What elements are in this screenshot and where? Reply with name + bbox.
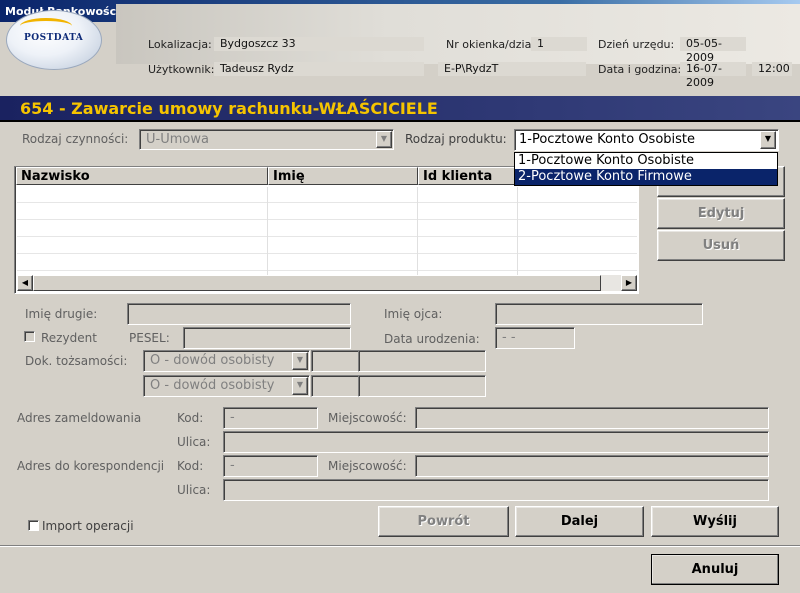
- godzina-value: 12:00: [752, 62, 792, 76]
- column-divider: [417, 187, 418, 275]
- table-row[interactable]: [17, 221, 637, 237]
- dok-type-select-2: O - dowód osobisty: [143, 375, 310, 397]
- operation-title: 654 - Zawarcie umowy rachunku-WŁAŚCICIEL…: [20, 99, 438, 118]
- adres-zameldowania-label: Adres zameldowania: [17, 411, 142, 425]
- table-row[interactable]: [17, 187, 637, 203]
- wyslij-label: Wyślij: [693, 514, 737, 529]
- adres-korespondencji-label: Adres do korespondencji: [17, 459, 165, 473]
- lokalizacja-label: Lokalizacja:: [148, 38, 212, 51]
- okienko-value: 1: [531, 37, 587, 51]
- rodzaj-produktu-select[interactable]: 1-Pocztowe Konto Osobiste: [514, 129, 779, 151]
- okienko-label: Nr okienka/dział:: [446, 38, 539, 51]
- lokalizacja-value: Bydgoszcz 33: [214, 37, 424, 51]
- pesel-label: PESEL:: [129, 331, 170, 345]
- dzien-urzedu-label: Dzień urzędu:: [598, 38, 675, 51]
- login-value: E-P\RydzT: [438, 62, 586, 76]
- product-dropdown-list: 1-Pocztowe Konto Osobiste 2-Pocztowe Kon…: [514, 152, 778, 186]
- imie-ojca-field: [495, 303, 703, 325]
- rezydent-label: Rezydent: [41, 331, 97, 345]
- column-header-id-klienta[interactable]: Id klienta: [418, 167, 518, 185]
- rodzaj-czynnosci-select: U-Umowa: [139, 129, 394, 150]
- zam-ulica-field: [223, 431, 769, 453]
- dok-type-select-1: O - dowód osobisty: [143, 350, 310, 372]
- column-divider: [267, 187, 268, 275]
- column-header-imie[interactable]: Imię: [268, 167, 418, 185]
- data-urodzenia-field: - -: [495, 327, 575, 349]
- anuluj-button[interactable]: Anuluj: [651, 554, 779, 585]
- chevron-down-icon: ▼: [376, 131, 392, 148]
- import-operacji-label: Import operacji: [42, 519, 134, 533]
- miejscowosc-label: Miejscowość:: [328, 411, 407, 425]
- dalej-label: Dalej: [560, 514, 599, 529]
- dok-tozsamosci-label: Dok. tożsamości:: [25, 354, 128, 368]
- product-dropdown-chevron-icon[interactable]: ▼: [760, 131, 776, 149]
- edit-button[interactable]: Edytuj: [657, 198, 785, 229]
- column-header-nazwisko[interactable]: Nazwisko: [16, 167, 268, 185]
- data-value: 16-07-2009: [680, 62, 746, 89]
- kor-ulica-field: [223, 479, 769, 501]
- edit-button-label: Edytuj: [697, 206, 745, 221]
- dzien-urzedu-value: 05-05-2009: [680, 37, 746, 64]
- kor-kod-field: -: [223, 455, 318, 477]
- zam-miejscowosc-field: [415, 407, 769, 429]
- import-operacji-checkbox[interactable]: [28, 520, 39, 531]
- rodzaj-produktu-label: Rodzaj produktu:: [405, 132, 507, 146]
- delete-button-label: Usuń: [702, 238, 740, 253]
- zam-kod-value: -: [230, 410, 235, 425]
- kor-kod-value: -: [230, 458, 235, 473]
- powrot-label: Powrót: [417, 514, 470, 529]
- scrollbar-thumb[interactable]: [33, 275, 601, 291]
- data-urodzenia-label: Data urodzenia:: [384, 332, 480, 346]
- ulica-label: Ulica:: [177, 435, 211, 449]
- wyslij-button[interactable]: Wyślij: [651, 506, 779, 537]
- kod-label: Kod:: [177, 459, 204, 473]
- ulica-label: Ulica:: [177, 483, 211, 497]
- imie-ojca-label: Imię ojca:: [384, 307, 443, 321]
- pesel-field: [183, 327, 351, 349]
- kod-label: Kod:: [177, 411, 204, 425]
- product-option[interactable]: 1-Pocztowe Konto Osobiste: [515, 153, 777, 169]
- zam-kod-field: -: [223, 407, 318, 429]
- uzytkownik-value: Tadeusz Rydz: [214, 62, 424, 76]
- dok-type-value-2: O - dowód osobisty: [150, 378, 275, 393]
- footer-separator: [0, 545, 800, 547]
- data-godzina-label: Data i godzina:: [598, 63, 682, 76]
- column-divider: [517, 187, 518, 275]
- uzytkownik-label: Użytkownik:: [148, 63, 215, 76]
- imie-drugie-field: [127, 303, 351, 325]
- rodzaj-produktu-value: 1-Pocztowe Konto Osobiste: [519, 132, 696, 147]
- dok-series-field-2: [311, 375, 359, 397]
- rodzaj-czynnosci-label: Rodzaj czynności:: [22, 132, 129, 146]
- table-row[interactable]: [17, 204, 637, 220]
- kor-miejscowosc-field: [415, 455, 769, 477]
- scroll-right-icon[interactable]: ▶: [621, 275, 637, 291]
- dalej-button[interactable]: Dalej: [515, 506, 644, 537]
- rodzaj-czynnosci-value: U-Umowa: [146, 132, 209, 147]
- miejscowosc-label: Miejscowość:: [328, 459, 407, 473]
- product-option-selected[interactable]: 2-Pocztowe Konto Firmowe: [515, 169, 777, 185]
- table-row[interactable]: [17, 255, 637, 271]
- rezydent-checkbox: [24, 331, 35, 342]
- powrot-button[interactable]: Powrót: [378, 506, 509, 537]
- dok-number-field-1: [358, 350, 486, 372]
- dok-number-field-2: [358, 375, 486, 397]
- dok-series-field-1: [311, 350, 359, 372]
- logo-text: POSTDATA: [24, 33, 84, 43]
- logo-swoosh-icon: [20, 18, 72, 34]
- chevron-down-icon: ▼: [292, 352, 308, 370]
- data-urodzenia-value: - -: [502, 330, 516, 345]
- imie-drugie-label: Imię drugie:: [25, 307, 98, 321]
- scroll-left-icon[interactable]: ◀: [17, 275, 33, 291]
- table-row[interactable]: [17, 238, 637, 254]
- anuluj-label: Anuluj: [691, 562, 739, 577]
- delete-button[interactable]: Usuń: [657, 230, 785, 261]
- dok-type-value-1: O - dowód osobisty: [150, 353, 275, 368]
- chevron-down-icon: ▼: [292, 377, 308, 395]
